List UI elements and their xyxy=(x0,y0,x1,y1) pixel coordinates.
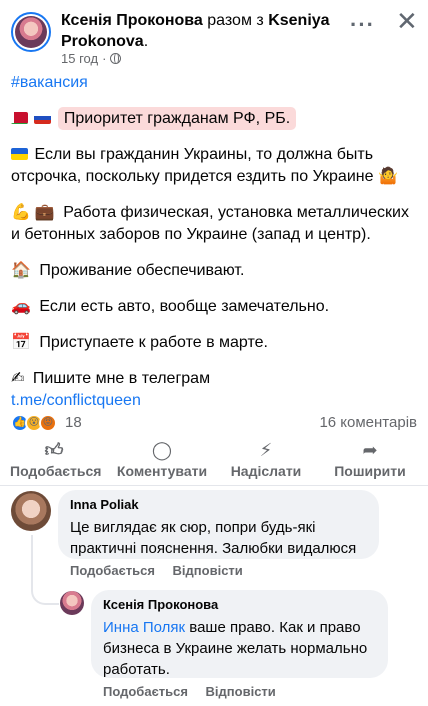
comment-actions: Подобається Відповісти xyxy=(70,563,257,578)
reaction-icons[interactable]: 👍 😮 😡 xyxy=(11,414,63,432)
priority-text: Приоритет гражданам РФ, РБ. xyxy=(57,107,297,130)
comment-text: Це виглядає як сюр, попри будь-які практ… xyxy=(70,519,357,557)
more-options-icon[interactable]: ··· xyxy=(350,12,375,38)
joiner-text: разом з xyxy=(207,12,264,29)
post-header: Ксенія Проконова разом з Kseniya Prokono… xyxy=(0,0,428,70)
thread-line xyxy=(31,535,59,605)
share-arrow-icon: ➦ xyxy=(362,440,378,460)
share-button[interactable]: ➦ Поширити xyxy=(334,440,406,479)
russia-flag-icon xyxy=(34,112,52,124)
contact-text: Пишите мне в телеграм xyxy=(32,370,211,387)
house-icon: 🏠 xyxy=(11,262,31,279)
belarus-flag-icon xyxy=(11,112,28,124)
work-text: Работа физическая, установка металлическ… xyxy=(11,204,409,243)
shrug-icon: 🤷 xyxy=(377,168,398,185)
comment-button[interactable]: ◯ Коментувати xyxy=(112,440,212,479)
post-body: #вакансия Приоритет гражданам РФ, РБ. Ес… xyxy=(11,72,417,412)
reply-reply-link[interactable]: Відповісти xyxy=(206,684,276,699)
reply-actions: Подобається Відповісти xyxy=(103,684,290,699)
reply-text-block: Инна Поляк ваше право. Как и право бизне… xyxy=(103,617,376,680)
reply-bubble: Ксенія Проконова Инна Поляк ваше право. … xyxy=(91,590,388,678)
globe-icon xyxy=(110,53,122,64)
send-button[interactable]: ⚡ Надіслати xyxy=(228,440,304,479)
like-label: Подобається xyxy=(10,463,102,479)
author-avatar[interactable] xyxy=(11,12,51,52)
share-label: Поширити xyxy=(334,463,406,479)
commenter-name[interactable]: Inna Poliak xyxy=(70,497,367,513)
start-text: Приступаете к работе в марте. xyxy=(39,334,268,351)
post-meta: 15 год · xyxy=(61,51,122,66)
reaction-count[interactable]: 18 xyxy=(65,414,82,431)
close-icon[interactable]: ✕ xyxy=(396,8,418,34)
writing-hand-icon: ✍ xyxy=(11,370,25,387)
comment-bubble: Inna Poliak Це виглядає як сюр, попри бу… xyxy=(58,490,379,559)
ukraine-text: Если вы гражданин Украины, то должна быт… xyxy=(11,146,374,185)
reactions-summary: 👍 😮 😡 18 16 коментарів xyxy=(11,412,417,434)
car-icon: 🚗 xyxy=(11,298,31,315)
telegram-link[interactable]: t.me/conflictqueen xyxy=(11,392,141,409)
ukraine-flag-icon xyxy=(11,148,28,160)
post-time[interactable]: 15 год xyxy=(61,51,98,66)
commenter-avatar[interactable] xyxy=(11,491,51,531)
action-bar: 👍︎ Подобається ◯ Коментувати ⚡ Надіслати… xyxy=(0,440,428,482)
comment-reply-link[interactable]: Відповісти xyxy=(173,563,243,578)
author-line: Ксенія Проконова разом з Kseniya Prokono… xyxy=(61,12,330,50)
thumbs-up-icon: 👍︎ xyxy=(44,440,64,460)
author-name[interactable]: Ксенія Проконова xyxy=(61,12,203,29)
hashtag-link[interactable]: #вакансия xyxy=(11,74,88,91)
reply-mention[interactable]: Инна Поляк xyxy=(103,619,185,636)
comment-like-link[interactable]: Подобається xyxy=(70,563,155,578)
reply-author-name[interactable]: Ксенія Проконова xyxy=(103,597,376,613)
send-label: Надіслати xyxy=(230,463,302,479)
reply-avatar[interactable] xyxy=(60,591,84,615)
messenger-icon: ⚡ xyxy=(259,440,273,460)
car-text: Если есть авто, вообще замечательно. xyxy=(39,298,330,315)
briefcase-icon: 💼 xyxy=(34,204,55,221)
reply-like-link[interactable]: Подобається xyxy=(103,684,188,699)
angry-reaction-icon: 😡 xyxy=(39,414,57,432)
like-button[interactable]: 👍︎ Подобається xyxy=(10,440,102,479)
housing-text: Проживание обеспечивают. xyxy=(39,262,245,279)
comments-count[interactable]: 16 коментарів xyxy=(319,414,417,431)
comment-label: Коментувати xyxy=(116,463,208,479)
calendar-icon: 📅 xyxy=(11,334,31,351)
comment-bubble-icon: ◯ xyxy=(151,440,173,460)
divider xyxy=(0,485,428,486)
flexed-biceps-icon: 💪 xyxy=(11,204,31,221)
